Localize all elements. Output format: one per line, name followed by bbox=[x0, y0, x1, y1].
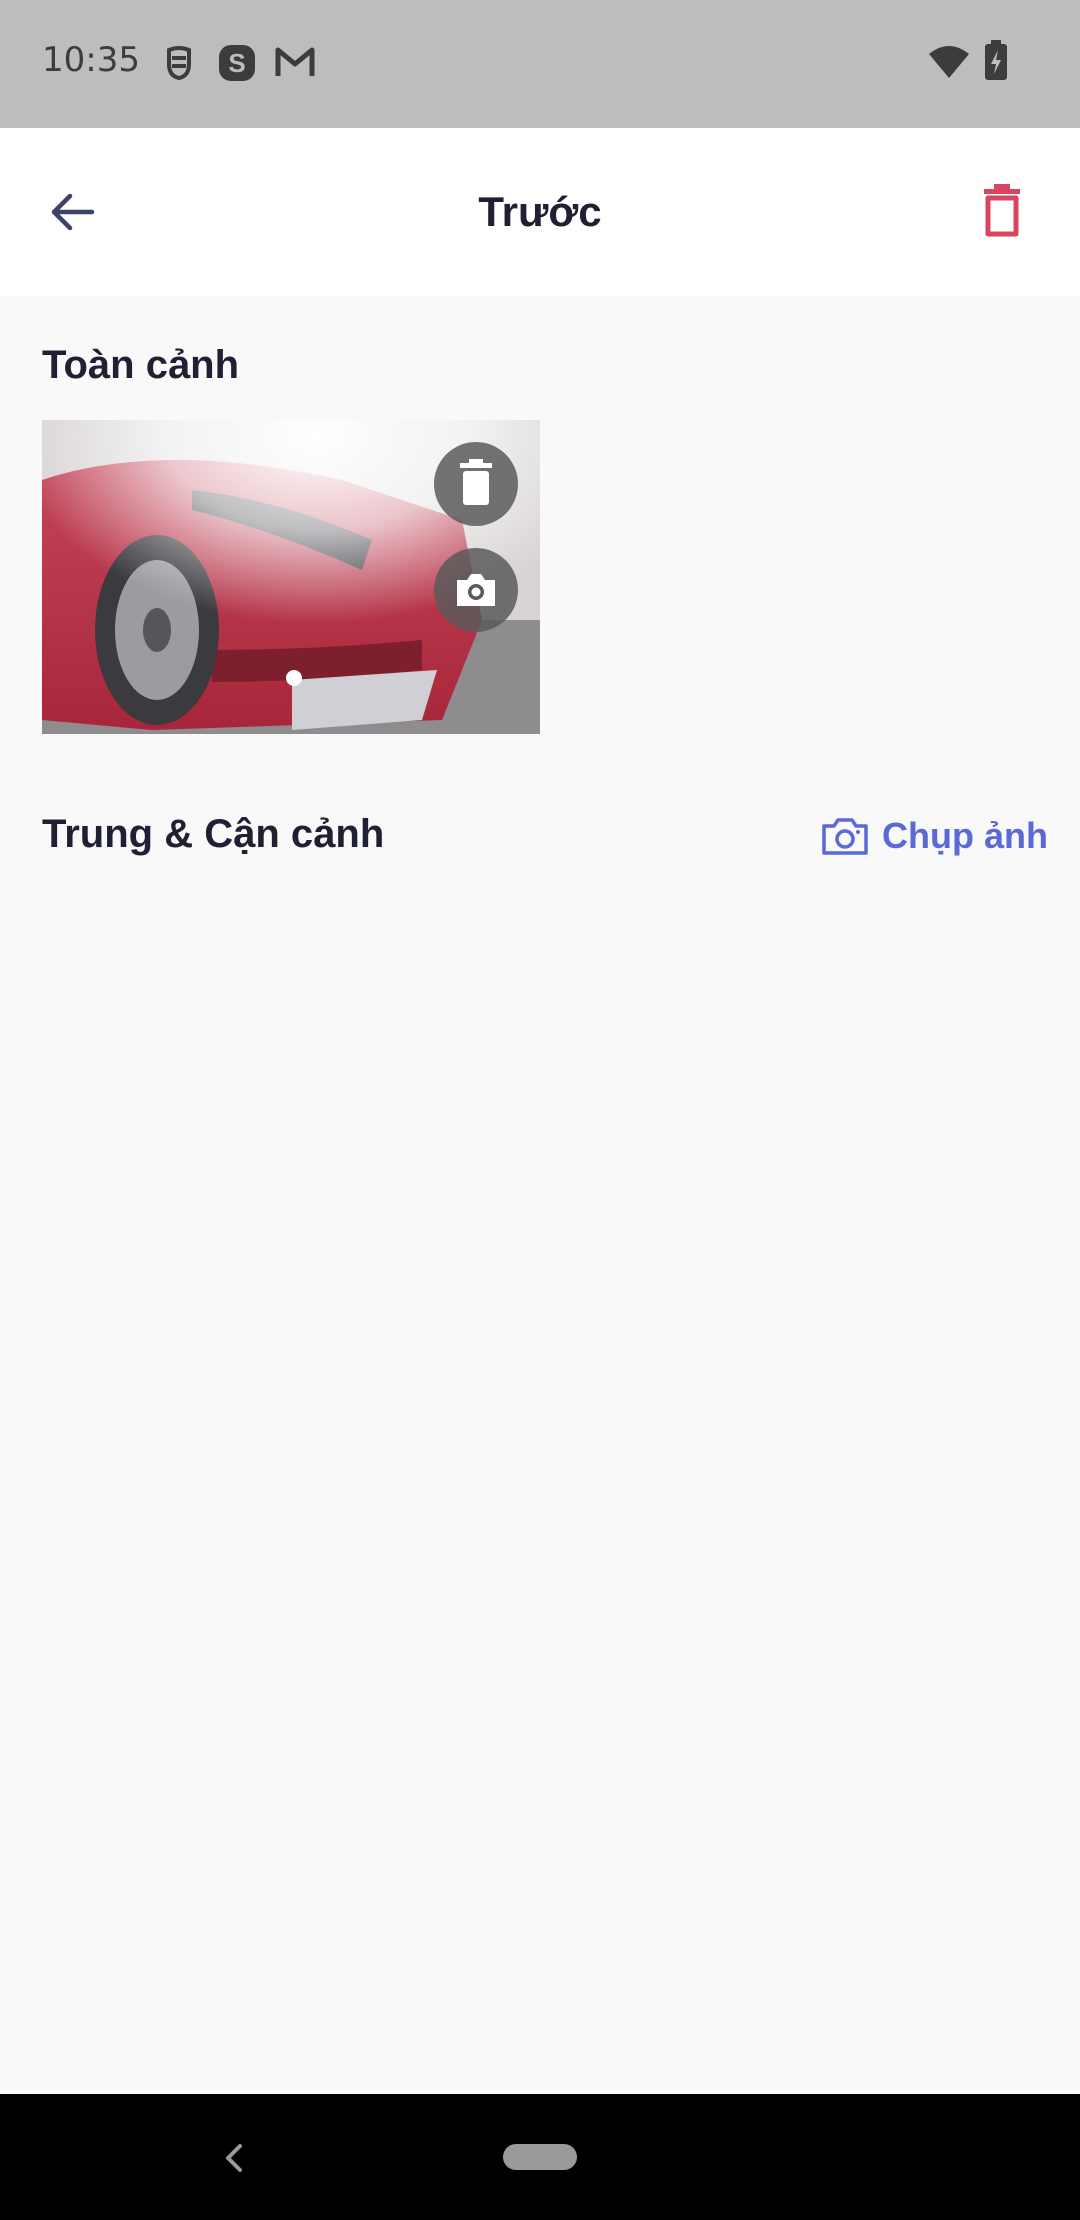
trash-icon bbox=[460, 459, 492, 505]
app-bar: Trước bbox=[0, 128, 1080, 296]
gmail-icon bbox=[275, 47, 315, 76]
photo-delete-button[interactable] bbox=[434, 442, 518, 526]
trash-icon bbox=[984, 184, 1020, 237]
face-mask-icon bbox=[167, 46, 191, 81]
closeup-section-title: Trung & Cận cảnh bbox=[42, 812, 385, 856]
battery-charging-icon bbox=[985, 40, 1007, 80]
chevron-left-icon[interactable] bbox=[218, 2138, 250, 2178]
photo-retake-button[interactable] bbox=[434, 548, 518, 632]
page-title: Trước bbox=[478, 188, 602, 235]
capture-photo-button[interactable]: Chụp ảnh bbox=[820, 812, 1048, 860]
capture-photo-label: Chụp ảnh bbox=[882, 815, 1048, 856]
skype-icon: S bbox=[219, 45, 255, 81]
overview-section-title: Toàn cảnh bbox=[42, 343, 240, 387]
camera-icon bbox=[457, 574, 495, 606]
camera-icon bbox=[822, 818, 868, 855]
home-pill-icon[interactable] bbox=[503, 2144, 577, 2170]
svg-text:S: S bbox=[228, 48, 245, 78]
status-bar: 10:35 S bbox=[0, 0, 1080, 128]
delete-all-button[interactable] bbox=[970, 176, 1042, 248]
status-time: 10:35 bbox=[42, 40, 140, 80]
wifi-icon bbox=[929, 46, 969, 78]
overview-photo[interactable] bbox=[42, 420, 540, 734]
system-nav-bar bbox=[0, 2094, 1080, 2220]
